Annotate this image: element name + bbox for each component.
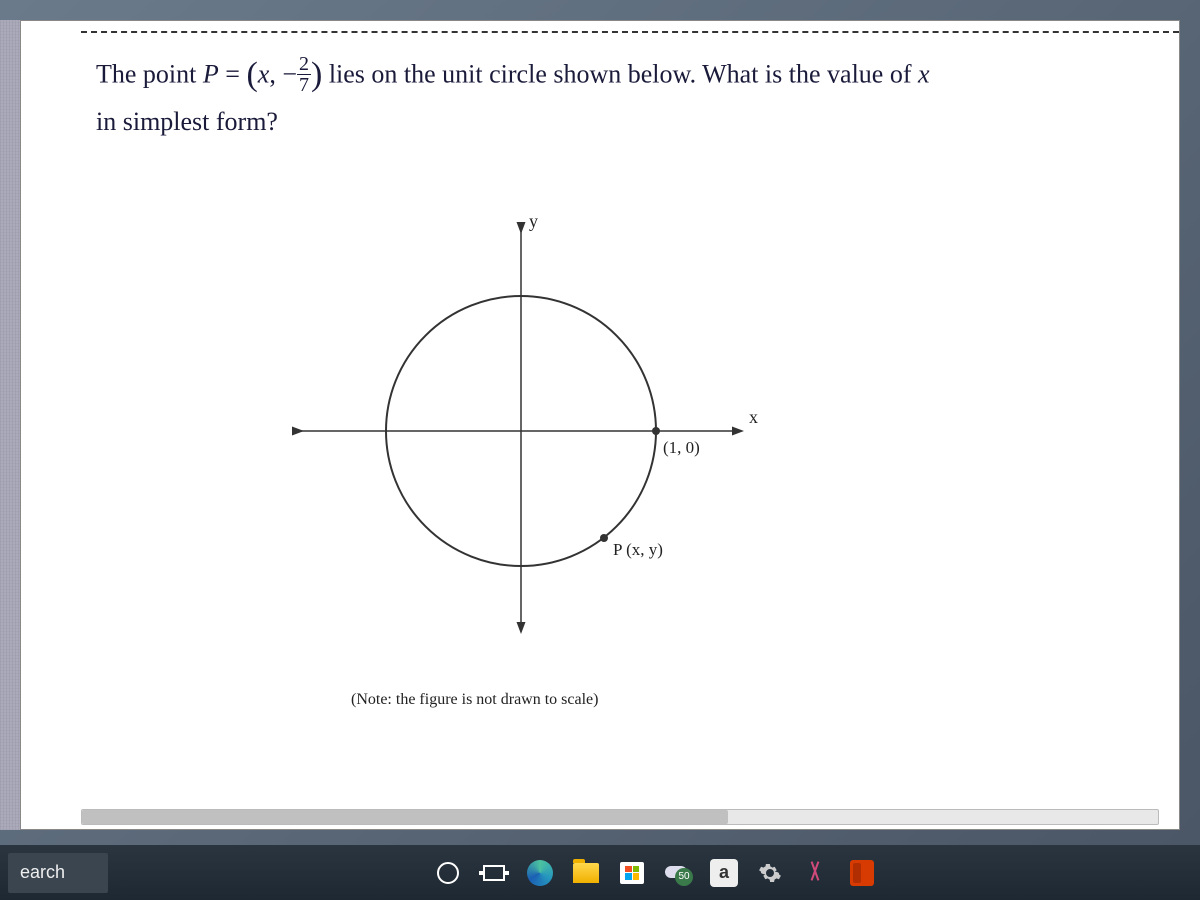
- settings-gear-icon[interactable]: [750, 853, 790, 893]
- q-fraction: 27: [297, 54, 311, 95]
- q-prefix: The point: [96, 59, 203, 88]
- figure-note: (Note: the figure is not drawn to scale): [351, 691, 598, 709]
- windows-taskbar: earch 50 a: [0, 845, 1200, 900]
- question-text: The point P = (x, −27) lies on the unit …: [96, 51, 1159, 141]
- label-1-0: (1, 0): [663, 438, 700, 457]
- taskbar-search[interactable]: earch: [8, 853, 108, 893]
- q-lparen: (: [246, 56, 257, 93]
- horizontal-scrollbar[interactable]: [81, 809, 1159, 825]
- weather-temp-badge: 50: [675, 868, 693, 886]
- content-panel: The point P = (x, −27) lies on the unit …: [20, 20, 1180, 830]
- scrollbar-thumb[interactable]: [82, 810, 728, 824]
- search-text: earch: [20, 862, 65, 883]
- microsoft-store-icon[interactable]: [612, 853, 652, 893]
- weather-icon[interactable]: 50: [658, 853, 698, 893]
- q-equals: =: [219, 59, 247, 88]
- q-mid: lies on the unit circle shown below. Wha…: [322, 59, 918, 88]
- unit-circle-diagram: y x (1, 0) P (x, y): [281, 201, 781, 681]
- office-icon[interactable]: [842, 853, 882, 893]
- point-1-0: [652, 427, 660, 435]
- x-axis-label: x: [749, 407, 758, 427]
- task-view-icon[interactable]: [474, 853, 514, 893]
- q-var-P: P: [203, 59, 219, 88]
- q-tail: in simplest form?: [96, 107, 278, 136]
- top-divider: [81, 31, 1179, 33]
- edge-browser-icon[interactable]: [520, 853, 560, 893]
- taskbar-icons: 50 a: [428, 853, 882, 893]
- cortana-icon[interactable]: [428, 853, 468, 893]
- q-frac-num: 2: [297, 54, 311, 75]
- file-explorer-icon[interactable]: [566, 853, 606, 893]
- q-xvar: x: [258, 59, 270, 88]
- q-xvar2: x: [918, 59, 930, 88]
- amazon-icon[interactable]: a: [704, 853, 744, 893]
- q-frac-den: 7: [297, 75, 311, 95]
- y-axis-label: y: [529, 211, 538, 231]
- q-comma: , −: [269, 59, 297, 88]
- point-p: [600, 534, 608, 542]
- label-p: P (x, y): [613, 540, 663, 559]
- snip-tool-icon[interactable]: [796, 853, 836, 893]
- q-rparen: ): [311, 56, 322, 93]
